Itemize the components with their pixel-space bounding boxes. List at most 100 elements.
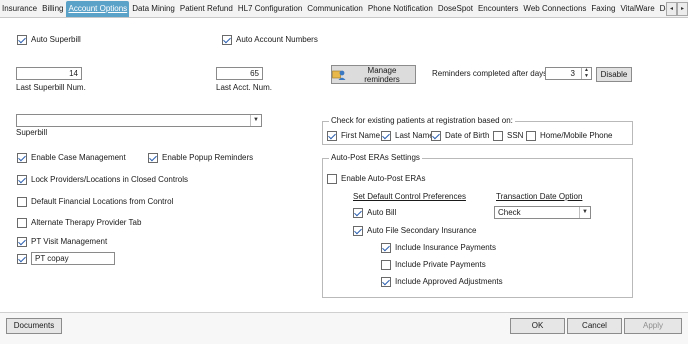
check-first-name[interactable]: First Name xyxy=(327,130,380,142)
auto-bill-checkbox[interactable]: Auto Bill xyxy=(353,207,396,219)
pt-visit-management-box[interactable] xyxy=(17,237,27,247)
reminders-icon xyxy=(332,69,346,80)
alternate-therapy-checkbox[interactable]: Alternate Therapy Provider Tab xyxy=(17,217,141,229)
last-superbill-num-label: Last Superbill Num. xyxy=(16,83,86,92)
home-mobile-phone-label: Home/Mobile Phone xyxy=(540,131,613,140)
default-control-preferences-heading: Set Default Control Preferences xyxy=(353,192,466,201)
lock-providers-checkbox[interactable]: Lock Providers/Locations in Closed Contr… xyxy=(17,174,188,186)
include-approved-adjustments-box[interactable] xyxy=(381,277,391,287)
first-name-label: First Name xyxy=(341,131,381,140)
last-superbill-num-input[interactable]: 14 xyxy=(16,67,82,80)
check-last-name[interactable]: Last Name xyxy=(381,130,434,142)
tab-patient-refund[interactable]: Patient Refund xyxy=(178,1,235,17)
tab-web-connections[interactable]: Web Connections xyxy=(521,1,588,17)
last-name-box[interactable] xyxy=(381,131,391,141)
last-name-label: Last Name xyxy=(395,131,434,140)
default-financial-locations-label: Default Financial Locations from Control xyxy=(31,197,174,206)
include-insurance-payments-box[interactable] xyxy=(381,243,391,253)
era-settings-group: Auto-Post ERAs Settings Enable Auto-Post… xyxy=(322,153,633,298)
alternate-therapy-box[interactable] xyxy=(17,218,27,228)
check-home-mobile-phone[interactable]: Home/Mobile Phone xyxy=(526,130,612,142)
auto-superbill-box[interactable] xyxy=(17,35,27,45)
pt-visit-management-checkbox[interactable]: PT Visit Management xyxy=(17,236,107,248)
default-financial-locations-box[interactable] xyxy=(17,197,27,207)
tab-hl7-configuration[interactable]: HL7 Configuration xyxy=(236,1,304,17)
enable-popup-reminders-checkbox[interactable]: Enable Popup Reminders xyxy=(148,152,253,164)
reminders-days-spinner[interactable]: 3 ▲ ▼ xyxy=(545,67,592,80)
include-approved-adjustments-checkbox[interactable]: Include Approved Adjustments xyxy=(381,276,503,288)
enable-case-management-box[interactable] xyxy=(17,153,27,163)
ok-button[interactable]: OK xyxy=(510,318,565,334)
tab-scroll-buttons: ◂ ▸ xyxy=(666,2,688,16)
cancel-button[interactable]: Cancel xyxy=(567,318,622,334)
enable-popup-reminders-label: Enable Popup Reminders xyxy=(162,153,254,162)
reminders-days-value: 3 xyxy=(570,69,575,78)
include-private-payments-checkbox[interactable]: Include Private Payments xyxy=(381,259,486,271)
tab-encounters[interactable]: Encounters xyxy=(476,1,520,17)
date-of-birth-box[interactable] xyxy=(431,131,441,141)
transaction-date-option-heading: Transaction Date Option xyxy=(496,192,583,201)
tab-billing[interactable]: Billing xyxy=(40,1,65,17)
default-financial-locations-checkbox[interactable]: Default Financial Locations from Control xyxy=(17,196,173,208)
superbill-select[interactable]: ▼ xyxy=(16,114,262,127)
pt-copay-checkbox[interactable] xyxy=(17,253,27,265)
disable-button[interactable]: Disable xyxy=(596,67,632,82)
superbill-label: Superbill xyxy=(16,128,48,137)
documents-button[interactable]: Documents xyxy=(6,318,62,334)
auto-superbill-checkbox[interactable]: Auto Superbill xyxy=(17,34,81,46)
auto-account-numbers-box[interactable] xyxy=(222,35,232,45)
last-acct-num-label: Last Acct. Num. xyxy=(216,83,273,92)
alternate-therapy-label: Alternate Therapy Provider Tab xyxy=(31,218,142,227)
apply-button[interactable]: Apply xyxy=(624,318,682,334)
tab-account-options[interactable]: Account Options xyxy=(66,1,130,17)
auto-file-secondary-box[interactable] xyxy=(353,226,363,236)
lock-providers-label: Lock Providers/Locations in Closed Contr… xyxy=(31,175,188,184)
tab-data-mining[interactable]: Data Mining xyxy=(130,1,177,17)
left-arrow-icon[interactable]: ◂ xyxy=(666,2,677,16)
enable-auto-post-eras-label: Enable Auto-Post ERAs xyxy=(341,174,426,183)
check-date-of-birth[interactable]: Date of Birth xyxy=(431,130,489,142)
enable-auto-post-eras-box[interactable] xyxy=(327,174,337,184)
auto-account-numbers-label: Auto Account Numbers xyxy=(236,35,318,44)
check-ssn[interactable]: SSN xyxy=(493,130,523,142)
first-name-box[interactable] xyxy=(327,131,337,141)
transaction-date-value: Check xyxy=(498,208,521,217)
auto-file-secondary-label: Auto File Secondary Insurance xyxy=(367,226,477,235)
include-insurance-payments-checkbox[interactable]: Include Insurance Payments xyxy=(381,242,496,254)
tab-phone-notification[interactable]: Phone Notification xyxy=(366,1,435,17)
tab-faxing[interactable]: Faxing xyxy=(589,1,617,17)
auto-bill-label: Auto Bill xyxy=(367,208,397,217)
tab-communication[interactable]: Communication xyxy=(305,1,365,17)
pt-copay-input[interactable]: PT copay xyxy=(31,252,115,265)
enable-case-management-checkbox[interactable]: Enable Case Management xyxy=(17,152,126,164)
spinner-buttons[interactable]: ▲ ▼ xyxy=(581,68,591,79)
home-mobile-phone-box[interactable] xyxy=(526,131,536,141)
registration-check-title: Check for existing patients at registrat… xyxy=(329,116,515,126)
include-approved-adjustments-label: Include Approved Adjustments xyxy=(395,277,503,286)
registration-check-group: Check for existing patients at registrat… xyxy=(322,116,633,145)
enable-auto-post-eras-checkbox[interactable]: Enable Auto-Post ERAs xyxy=(327,173,426,185)
auto-file-secondary-checkbox[interactable]: Auto File Secondary Insurance xyxy=(353,225,476,237)
chevron-down-icon[interactable]: ▼ xyxy=(250,115,261,126)
tab-vitalware[interactable]: VitalWare xyxy=(618,1,656,17)
transaction-date-select[interactable]: Check ▼ xyxy=(494,206,591,219)
reminders-completed-label: Reminders completed after days xyxy=(432,69,548,78)
tab-dosespot[interactable]: DoseSpot xyxy=(436,1,475,17)
manage-reminders-button[interactable]: Manage reminders xyxy=(331,65,416,84)
include-insurance-payments-label: Include Insurance Payments xyxy=(395,243,496,252)
ssn-label: SSN xyxy=(507,131,524,140)
ssn-box[interactable] xyxy=(493,131,503,141)
auto-account-numbers-checkbox[interactable]: Auto Account Numbers xyxy=(222,34,318,46)
auto-bill-box[interactable] xyxy=(353,208,363,218)
enable-popup-reminders-box[interactable] xyxy=(148,153,158,163)
last-acct-num-input[interactable]: 65 xyxy=(216,67,263,80)
enable-case-management-label: Enable Case Management xyxy=(31,153,126,162)
pt-copay-box[interactable] xyxy=(17,254,27,264)
include-private-payments-box[interactable] xyxy=(381,260,391,270)
tab-bar: Insurance Billing Account Options Data Mini… xyxy=(0,0,688,18)
chevron-down-icon[interactable]: ▼ xyxy=(579,207,590,218)
lock-providers-box[interactable] xyxy=(17,175,27,185)
right-arrow-icon[interactable]: ▸ xyxy=(677,2,688,16)
spin-down-icon[interactable]: ▼ xyxy=(582,73,591,80)
tab-insurance[interactable]: Insurance xyxy=(0,1,39,17)
